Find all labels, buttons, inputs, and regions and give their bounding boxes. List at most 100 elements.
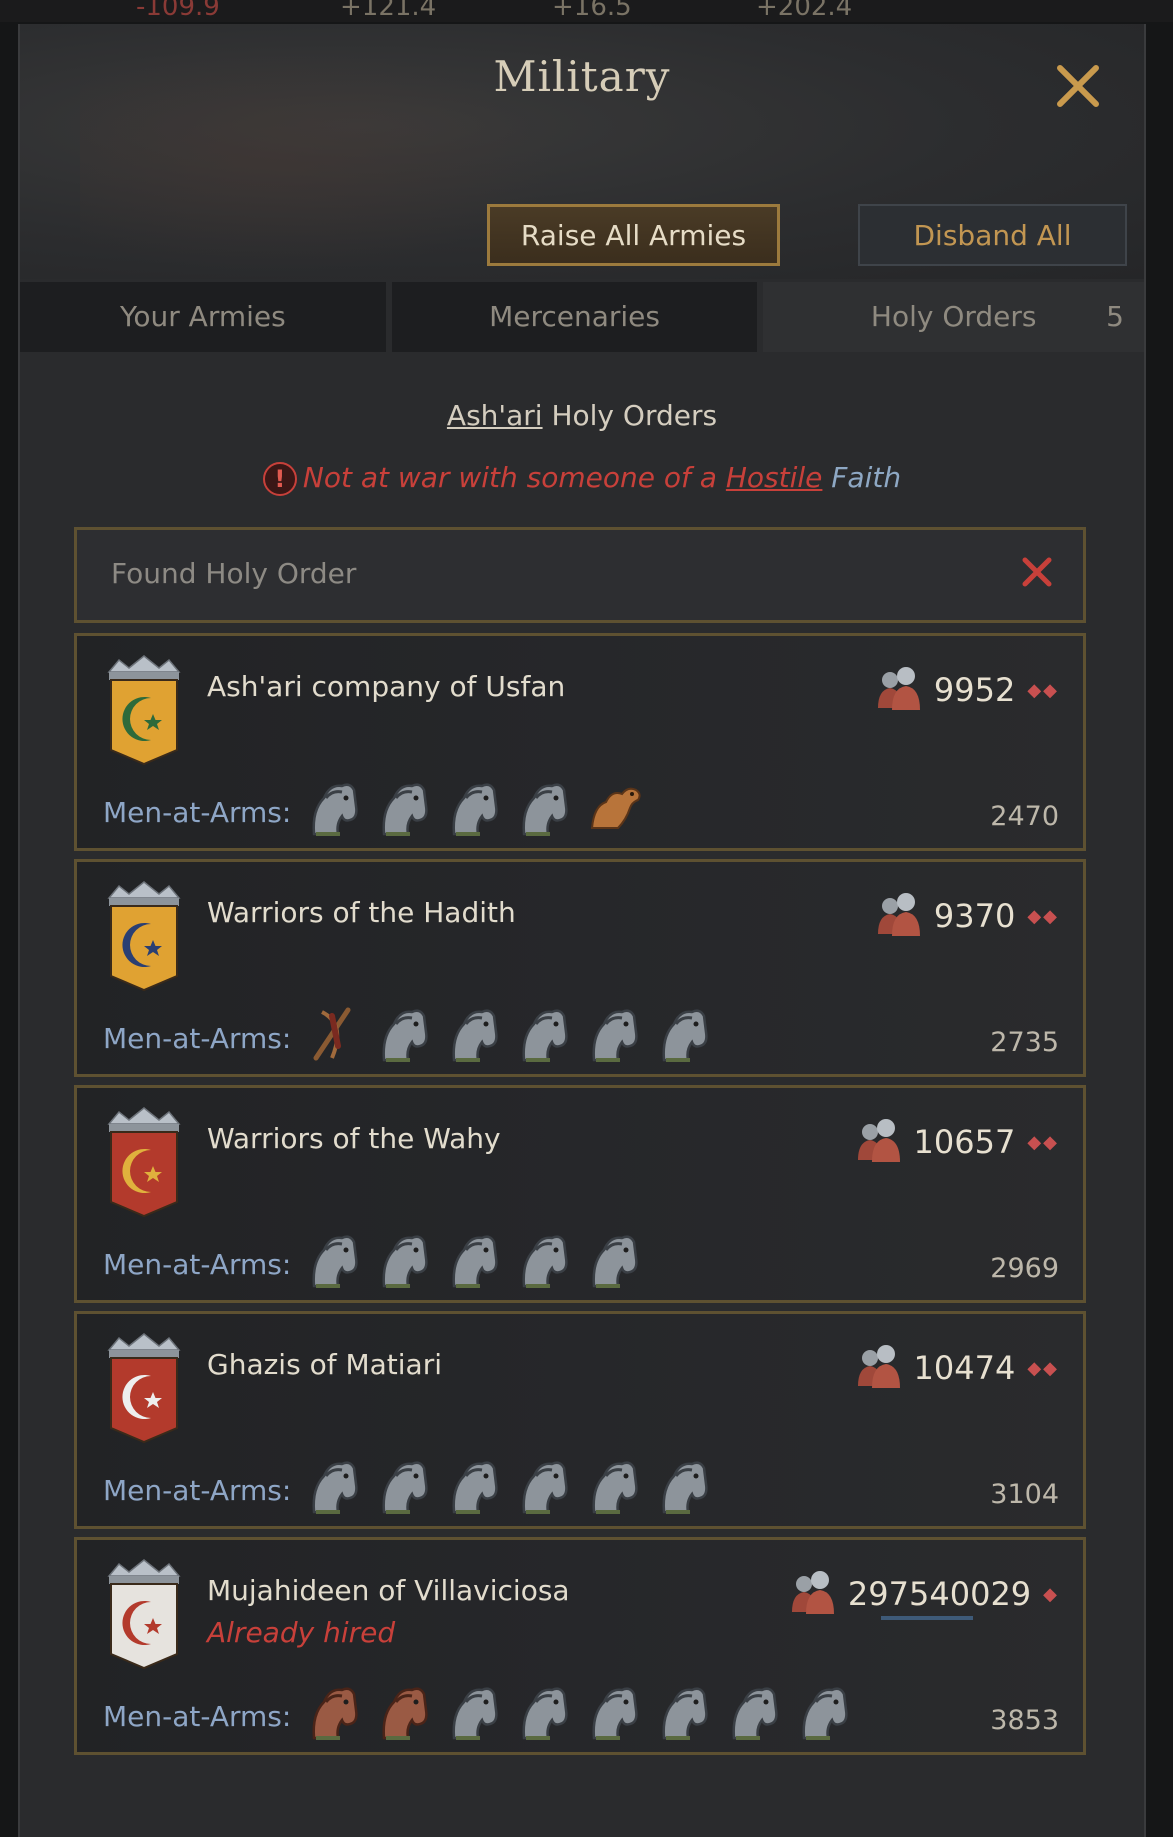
cavalry-icon[interactable] [582, 1002, 646, 1066]
hire-cost-value: 3853 [990, 1704, 1059, 1736]
cavalry-icon[interactable] [372, 1228, 436, 1292]
tab-label: Mercenaries [489, 300, 660, 333]
close-icon[interactable] [1050, 58, 1106, 114]
cavalry-icon[interactable] [442, 1228, 506, 1292]
piety-icon [956, 1252, 973, 1284]
unavailable-x-icon [1022, 557, 1052, 587]
hire-cost: 3104 [950, 1474, 1059, 1514]
troop-count: 10474 ◆◆ [854, 1342, 1059, 1394]
cavalry-icon[interactable] [722, 1680, 786, 1744]
men-at-arms-list [302, 1454, 716, 1518]
cavalry-icon[interactable] [372, 1002, 436, 1066]
cavalry-icon[interactable] [652, 1454, 716, 1518]
holy-order-name[interactable]: Ghazis of Matiari [207, 1348, 442, 1381]
hire-cost: 3853 [950, 1700, 1059, 1740]
cavalry-icon[interactable] [512, 1002, 576, 1066]
holy-order-name[interactable]: Mujahideen of Villaviciosa [207, 1574, 570, 1607]
piety-icon [956, 1704, 973, 1736]
quality-pips-icon: ◆◆ [1027, 1131, 1059, 1153]
resource-gold-value: -109.9 [136, 0, 220, 22]
tab-mercenaries[interactable]: Mercenaries [391, 282, 764, 352]
resource-prestige-value: +121.4 [340, 0, 437, 22]
holy-order-name[interactable]: Ash'ari company of Usfan [207, 670, 565, 703]
coat-of-arms-icon [107, 1559, 181, 1670]
troop-count: 9952 ◆◆ [874, 664, 1059, 716]
hire-cost: 2470 [950, 796, 1059, 836]
hostile-link[interactable]: Hostile [726, 461, 823, 494]
tab-label: Your Armies [119, 300, 286, 333]
archer-icon[interactable] [302, 1002, 366, 1066]
men-at-arms-list [302, 1002, 716, 1066]
faith-holy-orders-heading: Ash'ari Holy Orders [20, 399, 1144, 432]
resource-renown-value: +202.4 [756, 0, 853, 22]
cavalry-icon[interactable] [372, 776, 436, 840]
men-at-arms-list [302, 1680, 856, 1744]
troop-count-value: 10474 [913, 1349, 1016, 1387]
disband-all-button[interactable]: Disband All [858, 204, 1127, 266]
holy-order-name[interactable]: Warriors of the Hadith [207, 896, 516, 929]
soldiers-icon [874, 664, 924, 716]
holy-order-row[interactable]: Ash'ari company of Usfan 9952 ◆◆ Men-at-Arm… [74, 633, 1086, 851]
cavalry-icon[interactable] [582, 1454, 646, 1518]
holy-orders-count: 5 [1106, 300, 1124, 333]
holy-order-row[interactable]: Warriors of the Wahy 10657 ◆◆ Men-at-Arms: 2… [74, 1085, 1086, 1303]
cavalry-icon[interactable] [512, 776, 576, 840]
hire-cost-value: 3104 [990, 1478, 1059, 1510]
cavalry-icon[interactable] [582, 1228, 646, 1292]
heading-suffix: Holy Orders [542, 399, 718, 432]
tab-your-armies[interactable]: Your Armies [20, 282, 392, 352]
holy-order-name[interactable]: Warriors of the Wahy [207, 1122, 501, 1155]
cavalry-icon[interactable] [302, 1454, 366, 1518]
warning-message: ! Not at war with someone of a Hostile Fa… [20, 461, 1144, 496]
men-at-arms-label: Men-at-Arms: [103, 1700, 292, 1733]
cavalry-icon[interactable] [792, 1680, 856, 1744]
cavalry-icon[interactable] [372, 1680, 436, 1744]
faith-link[interactable]: Ash'ari [447, 399, 543, 432]
cavalry-icon[interactable] [442, 1454, 506, 1518]
hire-cost-value: 2470 [990, 800, 1059, 832]
holy-order-row[interactable]: Warriors of the Hadith 9370 ◆◆ Men-at-Arms:… [74, 859, 1086, 1077]
tab-bar: Your Armies Mercenaries Holy Orders 5 [20, 282, 1144, 352]
resource-piety-value: +16.5 [552, 0, 632, 22]
cavalry-icon[interactable] [302, 1228, 366, 1292]
found-holy-order-label: Found Holy Order [111, 557, 357, 590]
panel-title: Military [493, 52, 671, 101]
cavalry-icon[interactable] [302, 1680, 366, 1744]
quality-pips-icon: ◆◆ [1027, 1357, 1059, 1379]
troop-count: 297540029 ◆ [788, 1568, 1059, 1620]
cavalry-icon[interactable] [582, 1680, 646, 1744]
soldiers-icon [874, 890, 924, 942]
cavalry-icon[interactable] [512, 1228, 576, 1292]
military-panel: Military Raise All Armies Disband All Yo… [18, 24, 1146, 1837]
soldiers-icon [854, 1342, 904, 1394]
men-at-arms-label: Men-at-Arms: [103, 796, 292, 829]
soldiers-icon [854, 1116, 904, 1168]
men-at-arms-label: Men-at-Arms: [103, 1022, 292, 1055]
cavalry-icon[interactable] [442, 1002, 506, 1066]
top-resource-bar: -109.9 +121.4 +16.5 +202.4 [0, 0, 1173, 22]
soldiers-icon [788, 1568, 838, 1620]
cavalry-icon[interactable] [442, 776, 506, 840]
raise-all-armies-button[interactable]: Raise All Armies [487, 204, 780, 266]
holy-order-row[interactable]: Mujahideen of Villaviciosa Already hired 2… [74, 1537, 1086, 1755]
alert-icon: ! [262, 462, 297, 496]
hire-cost-value: 2735 [990, 1026, 1059, 1058]
cavalry-icon[interactable] [442, 1680, 506, 1744]
hire-cost: 2969 [950, 1248, 1059, 1288]
found-holy-order-button[interactable]: Found Holy Order [74, 527, 1086, 623]
holy-order-row[interactable]: Ghazis of Matiari 10474 ◆◆ Men-at-Arms: 3104 [74, 1311, 1086, 1529]
quality-pips-icon: ◆◆ [1027, 905, 1059, 927]
camel-rider-icon[interactable] [582, 776, 646, 840]
cavalry-icon[interactable] [372, 1454, 436, 1518]
cavalry-icon[interactable] [512, 1680, 576, 1744]
cavalry-icon[interactable] [302, 776, 366, 840]
cavalry-icon[interactable] [512, 1454, 576, 1518]
panel-header: Military Raise All Armies Disband All [20, 24, 1144, 279]
cavalry-icon[interactable] [652, 1680, 716, 1744]
men-at-arms-list [302, 1228, 646, 1292]
troop-progress-bar [881, 1616, 973, 1620]
tab-holy-orders[interactable]: Holy Orders 5 [763, 282, 1144, 352]
tab-label: Holy Orders [870, 300, 1037, 333]
coat-of-arms-icon [107, 881, 181, 992]
cavalry-icon[interactable] [652, 1002, 716, 1066]
